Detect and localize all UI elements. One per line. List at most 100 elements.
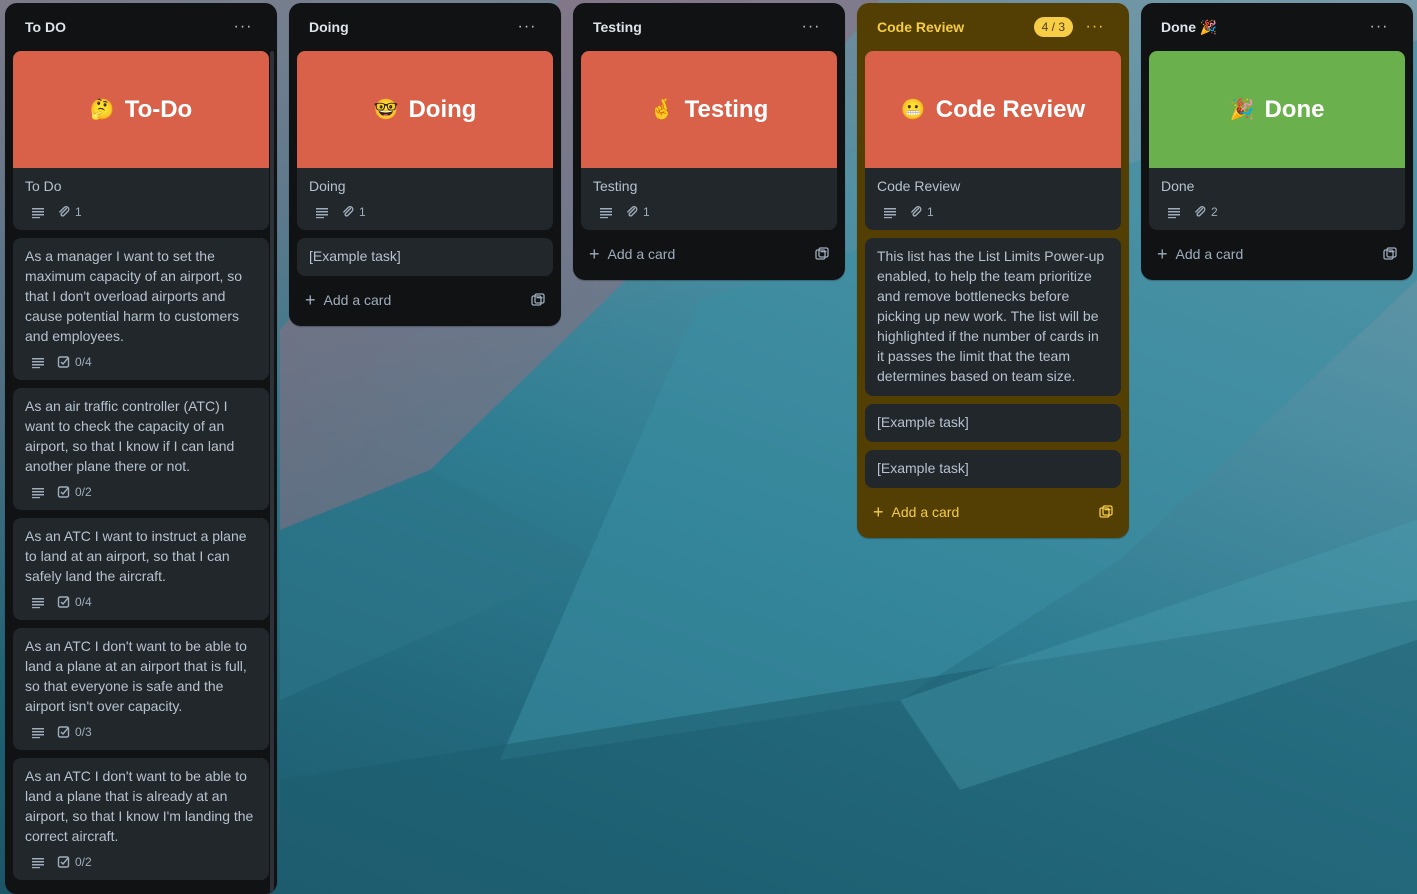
plus-icon[interactable]: +: [873, 503, 884, 521]
card[interactable]: 🤔 To-Do To Do 1: [13, 51, 269, 230]
card-list: 🎉 Done Done 2: [1149, 51, 1405, 230]
list-title[interactable]: Testing: [593, 19, 797, 35]
description-icon: [31, 855, 45, 869]
list-header[interactable]: Code Review 4 / 3 ···: [865, 3, 1121, 51]
add-card-button[interactable]: Add a card: [608, 246, 815, 262]
list-header[interactable]: To DO ···: [13, 3, 269, 51]
paperclip-icon: [909, 205, 923, 219]
card-body: Done 2: [1149, 168, 1405, 230]
card[interactable]: As an ATC I want to instruct a plane to …: [13, 518, 269, 620]
description-icon: [599, 205, 613, 219]
card-badges: 1: [25, 202, 257, 222]
card-title: Doing: [309, 178, 346, 194]
cover-emoji-icon: 🤞: [649, 99, 675, 121]
list-limit-badge: 4 / 3: [1033, 17, 1073, 37]
card[interactable]: As an air traffic controller (ATC) I wan…: [13, 388, 269, 510]
checklist-badge: 0/3: [57, 725, 92, 739]
card-cover: 🤔 To-Do: [13, 51, 269, 168]
checklist-badge: 0/2: [57, 855, 92, 869]
attachment-count: 1: [359, 205, 366, 219]
card-badges: 1: [877, 202, 1109, 222]
card-body: Code Review 1: [865, 168, 1121, 230]
attachment-count: 1: [75, 205, 82, 219]
card-badges: 0/4: [25, 592, 257, 612]
card-cover: 🤞 Testing: [581, 51, 837, 168]
checklist-badge: 0/4: [57, 355, 92, 369]
list-title[interactable]: Done 🎉: [1161, 19, 1365, 36]
cover-text: To-Do: [124, 95, 193, 123]
card-body: [Example task]: [865, 404, 1121, 442]
description-icon: [315, 205, 329, 219]
card-cover: 🎉 Done: [1149, 51, 1405, 168]
checklist-count: 0/4: [75, 355, 92, 369]
card-template-icon[interactable]: [1383, 247, 1397, 261]
checklist-count: 0/2: [75, 855, 92, 869]
list-menu-icon[interactable]: ···: [1365, 18, 1393, 36]
description-icon: [883, 205, 897, 219]
card-title: [Example task]: [309, 248, 401, 264]
list-header[interactable]: Testing ···: [581, 3, 837, 51]
card[interactable]: This list has the List Limits Power-up e…: [865, 238, 1121, 396]
cover-emoji-icon: 🤓: [373, 99, 399, 121]
card[interactable]: As a manager I want to set the maximum c…: [13, 238, 269, 380]
add-card-button[interactable]: Add a card: [324, 292, 531, 308]
add-card-row: + Add a card: [865, 494, 1121, 530]
list-4[interactable]: Done 🎉 ··· 🎉 Done Done 2 + Add a card: [1141, 3, 1413, 280]
attachment-badge: 1: [909, 205, 934, 219]
list-0[interactable]: To DO ··· 🤔 To-Do To Do 1 As a manager I want …: [5, 3, 277, 894]
checklist-icon: [57, 485, 71, 499]
card-body: As an ATC I don't want to be able to lan…: [13, 758, 269, 880]
card-body: Testing 1: [581, 168, 837, 230]
list-3[interactable]: Code Review 4 / 3 ··· 😬 Code Review Code Revi…: [857, 3, 1129, 538]
card-title: [Example task]: [877, 460, 969, 476]
card-body: This list has the List Limits Power-up e…: [865, 238, 1121, 396]
add-card-button[interactable]: Add a card: [892, 504, 1099, 520]
list-header[interactable]: Done 🎉 ···: [1149, 3, 1405, 51]
plus-icon[interactable]: +: [589, 245, 600, 263]
card[interactable]: 😬 Code Review Code Review 1: [865, 51, 1121, 230]
list-header[interactable]: Doing ···: [297, 3, 553, 51]
card-title: As a manager I want to set the maximum c…: [25, 248, 243, 344]
card[interactable]: [Example task]: [865, 404, 1121, 442]
card[interactable]: As an ATC I don't want to be able to lan…: [13, 758, 269, 880]
card[interactable]: As an ATC I don't want to be able to lan…: [13, 628, 269, 750]
list-menu-icon[interactable]: ···: [229, 18, 257, 36]
plus-icon[interactable]: +: [305, 291, 316, 309]
list-scrollbar[interactable]: [270, 51, 274, 894]
card-body: [Example task]: [865, 450, 1121, 488]
card-title: Testing: [593, 178, 638, 194]
description-icon: [31, 595, 45, 609]
card-title: As an air traffic controller (ATC) I wan…: [25, 398, 235, 474]
list-2[interactable]: Testing ··· 🤞 Testing Testing 1 + Add a card: [573, 3, 845, 280]
card-body: As an ATC I don't want to be able to lan…: [13, 628, 269, 750]
checklist-count: 0/2: [75, 485, 92, 499]
card[interactable]: [Example task]: [865, 450, 1121, 488]
list-menu-icon[interactable]: ···: [1081, 18, 1109, 36]
list-1[interactable]: Doing ··· 🤓 Doing Doing 1 [Example task] + Add a…: [289, 3, 561, 326]
list-menu-icon[interactable]: ···: [797, 18, 825, 36]
attachment-count: 1: [927, 205, 934, 219]
checklist-count: 0/3: [75, 725, 92, 739]
plus-icon[interactable]: +: [1157, 245, 1168, 263]
cover-text: Done: [1264, 95, 1325, 123]
list-title[interactable]: To DO: [25, 19, 229, 35]
cover-emoji-icon: 🎉: [1229, 99, 1255, 121]
card-template-icon[interactable]: [1099, 505, 1113, 519]
card-template-icon[interactable]: [815, 247, 829, 261]
list-title[interactable]: Doing: [309, 19, 513, 35]
checklist-icon: [57, 855, 71, 869]
card-template-icon[interactable]: [531, 293, 545, 307]
card[interactable]: 🎉 Done Done 2: [1149, 51, 1405, 230]
card[interactable]: [Example task]: [297, 238, 553, 276]
add-card-row: + Add a card: [297, 282, 553, 318]
card[interactable]: 🤞 Testing Testing 1: [581, 51, 837, 230]
card-body: To Do 1: [13, 168, 269, 230]
list-menu-icon[interactable]: ···: [513, 18, 541, 36]
add-card-button[interactable]: Add a card: [1176, 246, 1383, 262]
checklist-icon: [57, 595, 71, 609]
list-title[interactable]: Code Review: [877, 19, 1034, 35]
description-icon: [31, 485, 45, 499]
card-badges: 1: [593, 202, 825, 222]
cover-text: Doing: [408, 95, 477, 123]
card[interactable]: 🤓 Doing Doing 1: [297, 51, 553, 230]
